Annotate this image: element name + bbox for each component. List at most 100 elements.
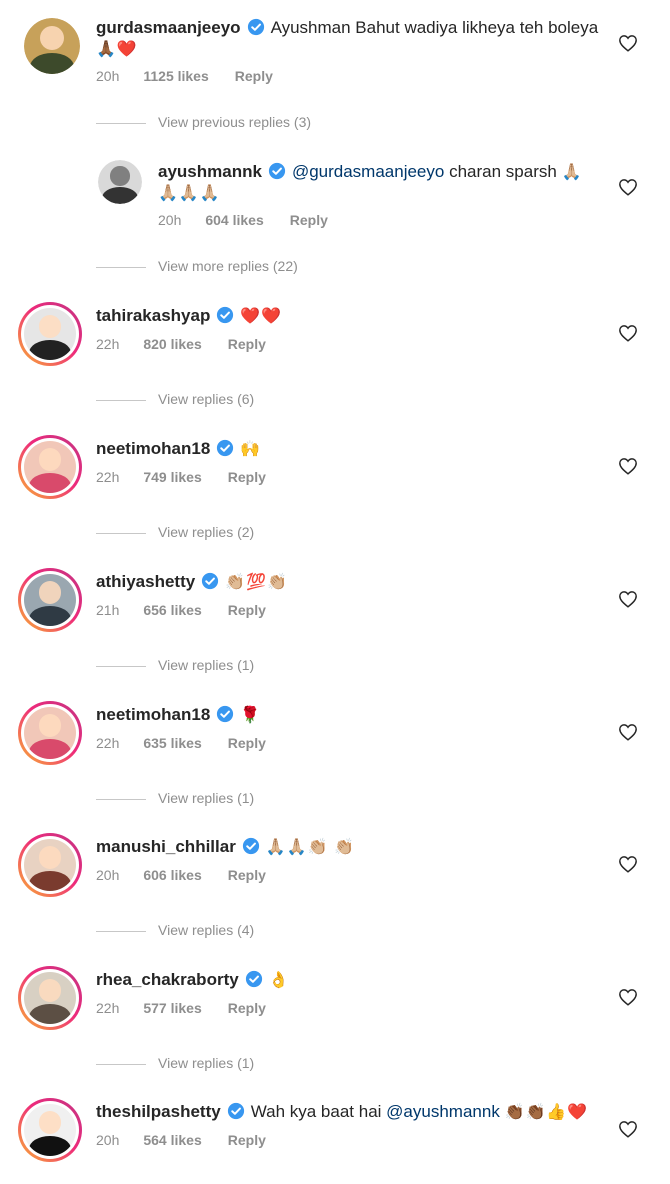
view-replies-link[interactable]: View replies (4) — [96, 922, 254, 938]
heart-icon[interactable] — [618, 1120, 638, 1138]
comment-emoji: 🙏🏾❤️ — [96, 41, 138, 58]
comment-emoji: 🙏🏼 — [561, 164, 583, 181]
comment-username[interactable]: gurdasmaanjeeyo — [96, 18, 241, 37]
comment-likes[interactable]: 749 likes — [143, 469, 201, 485]
avatar[interactable] — [18, 701, 82, 765]
comment-emoji: 👌 — [268, 972, 290, 989]
comment-item: neetimohan18 🙌 22h 749 likes Reply — [0, 433, 670, 513]
verified-badge-icon — [227, 1102, 244, 1120]
view-replies-label: View replies (1) — [158, 1055, 255, 1071]
view-replies-link[interactable]: View previous replies (3) — [96, 114, 311, 130]
comment-likes[interactable]: 606 likes — [143, 867, 201, 883]
comment-time: 20h — [96, 1132, 120, 1148]
comment-item: manushi_chhillar 🙏🏼🙏🏼👏🏼 👏🏼 20h 606 likes Re… — [0, 831, 670, 911]
divider — [96, 266, 146, 268]
comment-item: theshilpashetty Wah kya baat hai @ayushma… — [0, 1096, 670, 1176]
heart-icon[interactable] — [618, 855, 638, 873]
comment-time: 20h — [96, 867, 120, 883]
view-replies-link[interactable]: View replies (2) — [96, 524, 254, 540]
comment-likes[interactable]: 604 likes — [205, 212, 263, 228]
avatar[interactable] — [18, 435, 82, 499]
reply-button[interactable]: Reply — [228, 336, 266, 352]
reply-button[interactable]: Reply — [228, 469, 266, 485]
avatar[interactable] — [98, 160, 142, 204]
verified-badge-icon — [245, 970, 262, 988]
divider — [96, 798, 146, 800]
avatar[interactable] — [18, 1098, 82, 1162]
comment-item: rhea_chakraborty 👌 22h 577 likes Reply — [0, 964, 670, 1044]
comment-time: 22h — [96, 469, 120, 485]
view-replies-label: View replies (1) — [158, 657, 255, 673]
divider — [96, 122, 146, 124]
reply-button[interactable]: Reply — [235, 68, 273, 84]
view-replies-label: View previous replies (3) — [158, 114, 312, 130]
reply-button[interactable]: Reply — [228, 1000, 266, 1016]
avatar[interactable] — [24, 18, 80, 74]
verified-badge-icon — [202, 572, 219, 590]
view-replies-link[interactable]: View replies (1) — [96, 657, 254, 673]
view-replies-link[interactable]: View replies (1) — [96, 790, 254, 806]
view-replies-link[interactable]: View replies (1) — [96, 1055, 254, 1071]
view-replies-label: View replies (1) — [158, 790, 255, 806]
reply-button[interactable]: Reply — [228, 867, 266, 883]
comment-username[interactable]: theshilpashetty — [96, 1102, 221, 1121]
comment-time: 22h — [96, 735, 120, 751]
comment-username[interactable]: neetimohan18 — [96, 439, 210, 458]
comment-text: Wah kya baat hai — [250, 1102, 382, 1121]
mention-link[interactable]: @ayushmannk — [386, 1102, 500, 1121]
comment-likes[interactable]: 656 likes — [143, 602, 201, 618]
avatar[interactable] — [18, 833, 82, 897]
comment-likes[interactable]: 577 likes — [143, 1000, 201, 1016]
reply-button[interactable]: Reply — [228, 735, 266, 751]
avatar[interactable] — [18, 568, 82, 632]
comment-likes[interactable]: 635 likes — [143, 735, 201, 751]
view-replies-label: View replies (6) — [158, 391, 255, 407]
comment-username[interactable]: tahirakashyap — [96, 306, 210, 325]
heart-icon[interactable] — [618, 34, 638, 52]
verified-badge-icon — [247, 18, 264, 36]
comment-username[interactable]: athiyashetty — [96, 572, 195, 591]
verified-badge-icon — [268, 162, 286, 180]
reply-button[interactable]: Reply — [228, 1132, 266, 1148]
reply-button[interactable]: Reply — [290, 212, 328, 228]
comment-emoji: 🙌 — [240, 441, 262, 458]
comment-item: athiyashetty 👏🏼💯👏🏼 21h 656 likes Reply — [0, 566, 670, 646]
comment-time: 20h — [158, 212, 182, 228]
heart-icon[interactable] — [618, 324, 638, 342]
reply-item: ayushmannk @gurdasmaanjeeyo charan sparsh… — [0, 158, 670, 238]
heart-icon[interactable] — [618, 178, 638, 196]
comment-emoji-line2: 🙏🏼🙏🏼🙏🏼 — [158, 185, 221, 202]
comment-emoji: 🙏🏼🙏🏼👏🏼 👏🏼 — [265, 839, 355, 856]
comment-likes[interactable]: 1125 likes — [143, 68, 208, 84]
divider — [96, 665, 146, 667]
comment-emoji: 👏🏼💯👏🏼 — [225, 574, 288, 591]
comment-likes[interactable]: 564 likes — [143, 1132, 201, 1148]
heart-icon[interactable] — [618, 590, 638, 608]
comment-emoji: ❤️❤️ — [240, 308, 283, 325]
avatar[interactable] — [18, 302, 82, 366]
heart-icon[interactable] — [618, 723, 638, 741]
comment-likes[interactable]: 820 likes — [143, 336, 201, 352]
comment-username[interactable]: rhea_chakraborty — [96, 970, 239, 989]
comment-item: tahirakashyap ❤️❤️ 22h 820 likes Reply — [0, 300, 670, 380]
comment-text: Ayushman Bahut wadiya likheya teh boleya — [270, 18, 599, 37]
verified-badge-icon — [217, 306, 234, 324]
avatar[interactable] — [18, 966, 82, 1030]
verified-badge-icon — [217, 705, 234, 723]
view-replies-label: View replies (4) — [158, 922, 255, 938]
mention-link[interactable]: @gurdasmaanjeeyo — [292, 162, 444, 181]
comment-username[interactable]: manushi_chhillar — [96, 837, 236, 856]
divider — [96, 1063, 146, 1065]
view-replies-link[interactable]: View more replies (22) — [96, 258, 298, 274]
reply-button[interactable]: Reply — [228, 602, 266, 618]
comment-time: 21h — [96, 602, 120, 618]
comment-username[interactable]: neetimohan18 — [96, 705, 210, 724]
view-replies-label: View replies (2) — [158, 524, 255, 540]
verified-badge-icon — [217, 439, 234, 457]
view-replies-link[interactable]: View replies (6) — [96, 391, 254, 407]
heart-icon[interactable] — [618, 457, 638, 475]
comment-time: 20h — [96, 68, 120, 84]
heart-icon[interactable] — [618, 988, 638, 1006]
comment-time: 22h — [96, 1000, 120, 1016]
comment-username[interactable]: ayushmannk — [158, 162, 262, 181]
